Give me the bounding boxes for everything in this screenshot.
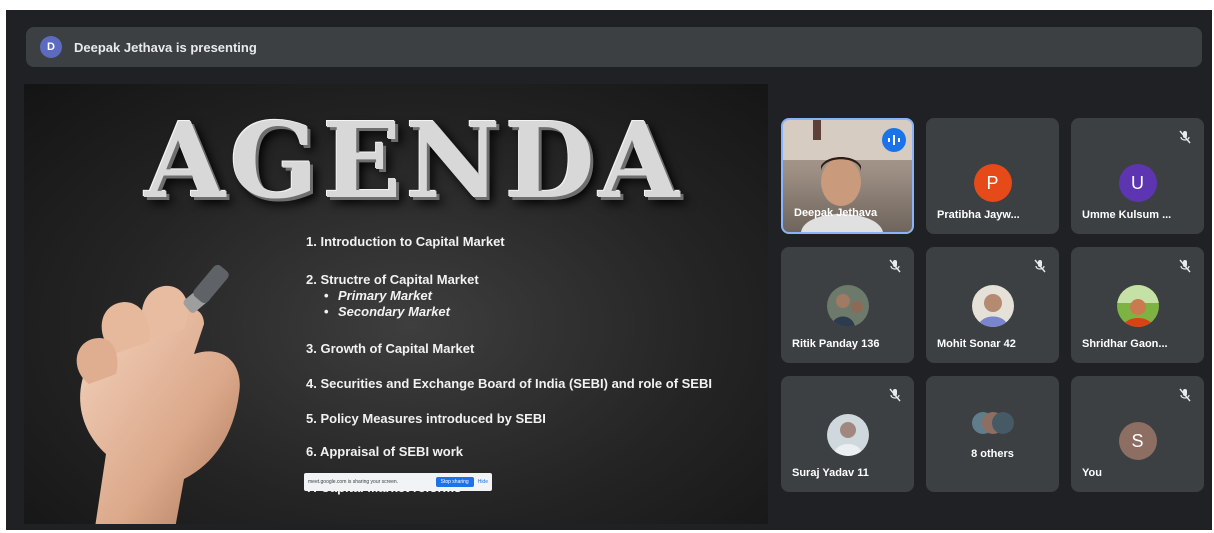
- participant-photo: [826, 414, 869, 456]
- participant-tile-presenter[interactable]: Deepak Jethava: [781, 118, 914, 234]
- participant-name: Ritik Panday 136: [792, 338, 880, 350]
- presenter-avatar: D: [40, 36, 62, 58]
- shared-screen: AGENDA 1. Introduction to Capital Market…: [24, 84, 768, 524]
- agenda-item: 1. Introduction to Capital Market: [306, 234, 505, 249]
- participant-tile[interactable]: U Umme Kulsum ...: [1071, 118, 1204, 234]
- agenda-sub-item: Primary Market: [324, 288, 432, 303]
- participant-name: Shridhar Gaon...: [1082, 338, 1168, 350]
- participant-name: Deepak Jethava: [794, 207, 878, 219]
- agenda-item: 2. Structre of Capital Market: [306, 272, 479, 287]
- participant-tile[interactable]: Ritik Panday 136: [781, 247, 914, 363]
- participant-tile-others[interactable]: 8 others: [926, 376, 1059, 492]
- mic-off-icon: [889, 388, 901, 402]
- participant-tile[interactable]: Mohit Sonar 42: [926, 247, 1059, 363]
- participant-photo: [971, 285, 1014, 327]
- participant-avatar: U: [1118, 164, 1157, 202]
- hand-holding-marker-illustration: [76, 264, 240, 524]
- participant-photo: [1116, 285, 1159, 327]
- participant-name: Pratibha Jayw...: [937, 209, 1020, 221]
- participant-name: Umme Kulsum ...: [1082, 209, 1172, 221]
- participant-name: Suraj Yadav 11: [792, 467, 869, 479]
- agenda-item: 6. Appraisal of SEBI work: [306, 444, 464, 459]
- mic-off-icon: [1179, 130, 1191, 144]
- screen-share-bar: meet.google.com is sharing your screen. …: [304, 473, 492, 491]
- presenting-title: Deepak Jethava is presenting: [74, 39, 257, 55]
- others-count: 8 others: [971, 448, 1014, 460]
- agenda-sub-item: Secondary Market: [324, 304, 450, 319]
- participant-photo: [826, 285, 869, 327]
- stop-sharing-button[interactable]: Stop sharing: [435, 477, 474, 487]
- hide-button[interactable]: Hide: [478, 479, 488, 485]
- participant-tile-self[interactable]: S You: [1071, 376, 1204, 492]
- audio-wave-icon: [882, 128, 906, 152]
- participant-tile[interactable]: Suraj Yadav 11: [781, 376, 914, 492]
- mic-off-icon: [1179, 388, 1191, 402]
- mic-off-icon: [889, 259, 901, 273]
- participant-tile[interactable]: P Pratibha Jayw...: [926, 118, 1059, 234]
- slide-heading: AGENDA: [144, 99, 684, 222]
- participant-name: You: [1082, 467, 1102, 479]
- participant-name: Mohit Sonar 42: [937, 338, 1016, 350]
- participant-avatar: S: [1118, 422, 1157, 460]
- agenda-item: 3. Growth of Capital Market: [306, 341, 475, 356]
- others-avatars: [972, 412, 1014, 434]
- mic-off-icon: [1034, 259, 1046, 273]
- presenting-banner: D Deepak Jethava is presenting: [26, 27, 1202, 67]
- mic-off-icon: [1179, 259, 1191, 273]
- agenda-item: 4. Securities and Exchange Board of Indi…: [306, 376, 712, 391]
- meeting-window: D Deepak Jethava is presenting AGENDA 1.…: [6, 10, 1212, 530]
- share-message: meet.google.com is sharing your screen.: [308, 479, 399, 485]
- participant-tile[interactable]: Shridhar Gaon...: [1071, 247, 1204, 363]
- agenda-item: 5. Policy Measures introduced by SEBI: [306, 411, 546, 426]
- participant-avatar: P: [973, 164, 1012, 202]
